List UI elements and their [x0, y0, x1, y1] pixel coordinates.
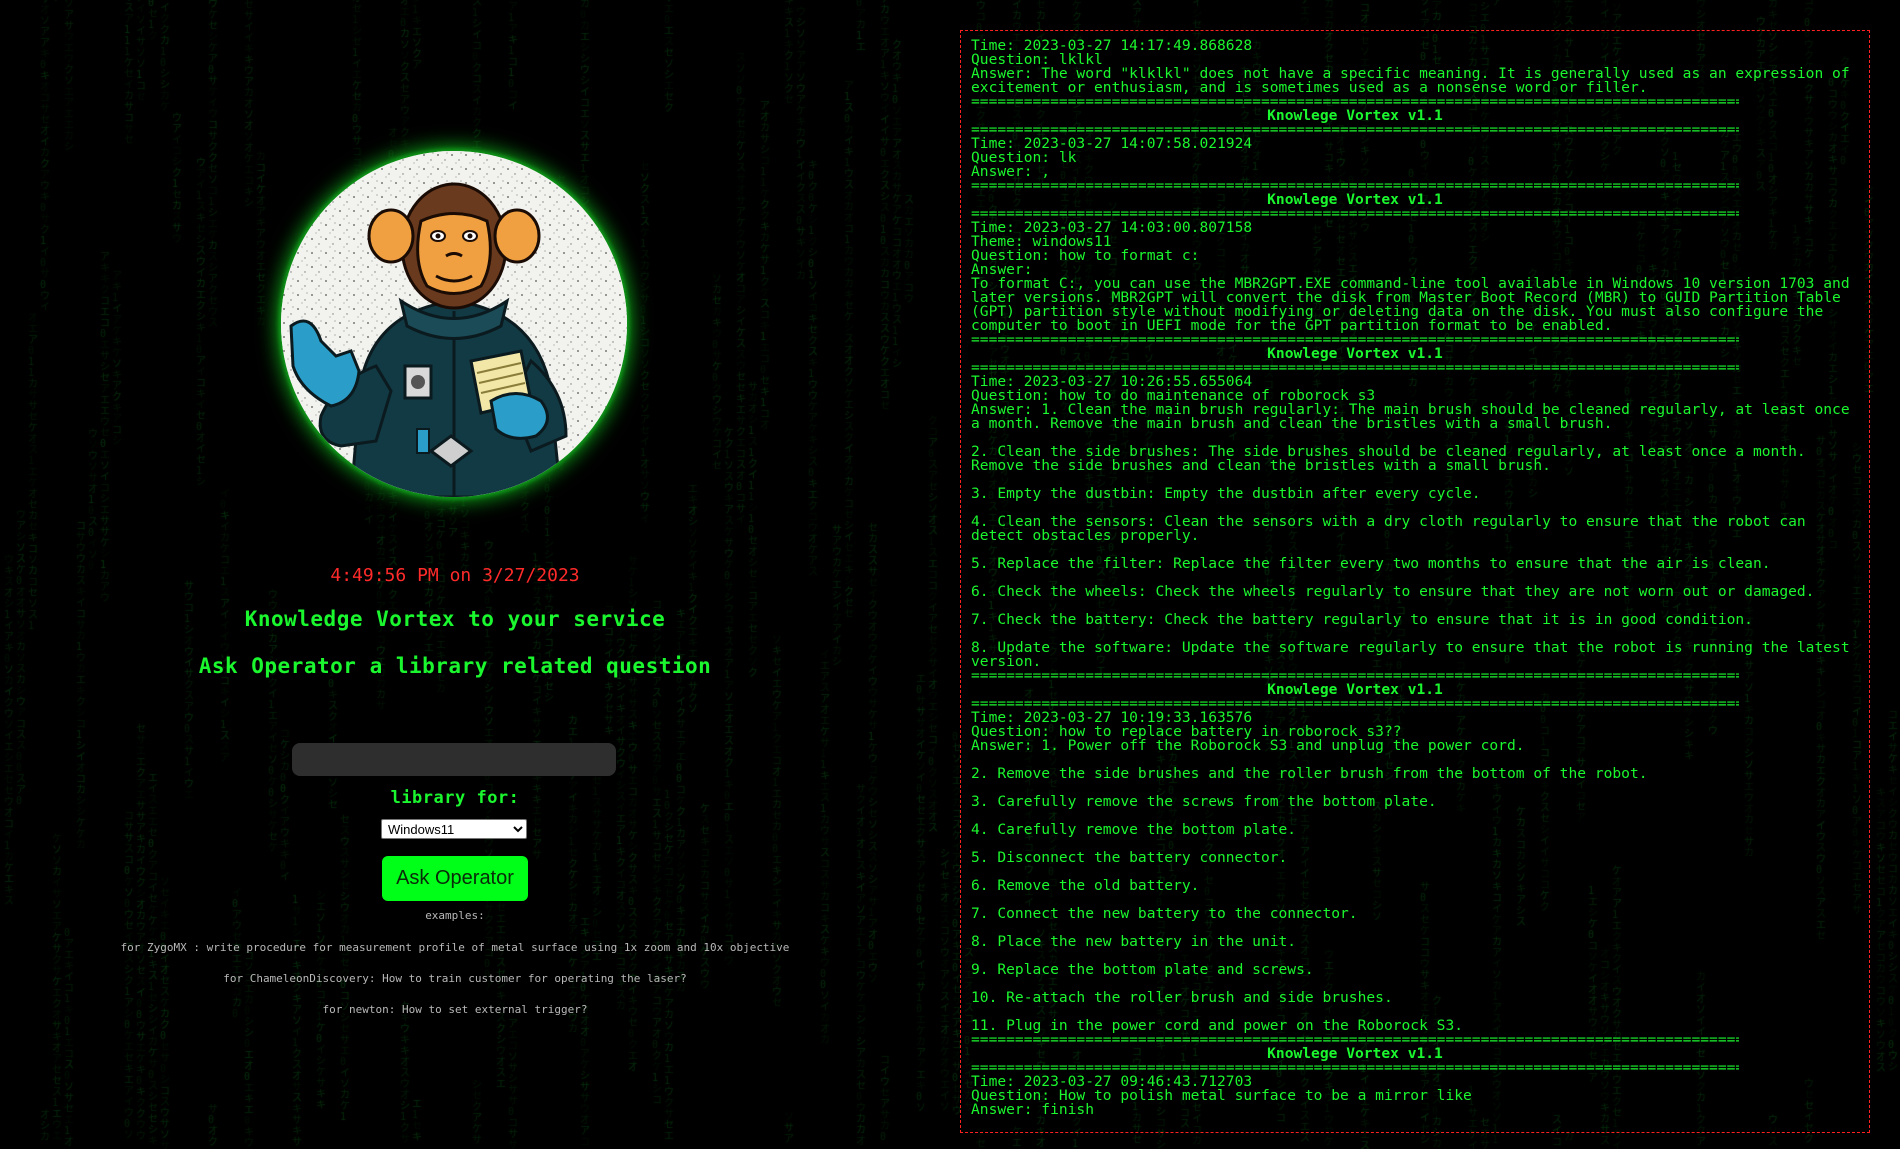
log-line: Time: 2023-03-27 14:17:49.868628 — [971, 37, 1253, 54]
log-line: 3. Carefully remove the screws from the … — [971, 793, 1437, 810]
log-line: Answer: The word "klklkl" does not have … — [971, 65, 1859, 96]
ask-operator-button[interactable]: Ask Operator — [382, 856, 528, 901]
log-banner: Knowlege Vortex v1.1 — [1267, 345, 1443, 362]
log-line: 6. Remove the old battery. — [971, 877, 1200, 894]
library-label: library for: — [390, 788, 520, 808]
log-entry: Time: 2023-03-27 14:17:49.868628 Question… — [971, 37, 1860, 96]
log-line: 2. Remove the side brushes and the rolle… — [971, 765, 1648, 782]
log-entry: Time: 2023-03-27 09:46:43.712703 Question… — [971, 1074, 1860, 1118]
log-entry: Time: 2023-03-27 14:03:00.807158 Theme: w… — [971, 220, 1860, 334]
answer-log-panel[interactable]: Time: 2023-03-27 14:17:49.868628 Question… — [960, 30, 1870, 1133]
log-line: 7. Check the battery: Check the battery … — [971, 611, 1753, 628]
log-line: 8. Place the new battery in the unit. — [971, 933, 1297, 950]
log-entry: Time: 2023-03-27 10:19:33.163576 Question… — [971, 710, 1860, 1034]
log-line: 4. Carefully remove the bottom plate. — [971, 821, 1297, 838]
example-item: for ChameleonDiscovery: How to train cus… — [223, 972, 687, 985]
log-line: Question: lk — [971, 149, 1077, 166]
log-line: 4. Clean the sensors: Clean the sensors … — [971, 513, 1815, 544]
log-banner: Knowlege Vortex v1.1 — [1267, 681, 1443, 698]
log-line: 9. Replace the bottom plate and screws. — [971, 961, 1314, 978]
log-line: Answer: finish — [971, 1101, 1095, 1118]
log-line: 5. Replace the filter: Replace the filte… — [971, 555, 1771, 572]
question-input[interactable] — [292, 743, 616, 776]
log-line: To format C:, you can use the MBR2GPT.EX… — [971, 275, 1859, 334]
log-line: 7. Connect the new battery to the connec… — [971, 905, 1358, 922]
log-line: 11. Plug in the power cord and power on … — [971, 1017, 1464, 1034]
log-entry: Time: 2023-03-27 14:07:58.021924 Question… — [971, 135, 1860, 180]
log-line: Question: How to polish metal surface to… — [971, 1087, 1472, 1104]
log-banner: Knowlege Vortex v1.1 — [1267, 107, 1443, 124]
log-line: 8. Update the software: Update the softw… — [971, 639, 1859, 670]
log-banner: Knowlege Vortex v1.1 — [1267, 1045, 1443, 1062]
log-banner: Knowlege Vortex v1.1 — [1267, 191, 1443, 208]
log-line: 5. Disconnect the battery connector. — [971, 849, 1288, 866]
examples-label: examples: — [425, 909, 485, 922]
log-entry: Time: 2023-03-27 10:26:55.655064 Question… — [971, 374, 1860, 670]
operator-panel: 4:49:56 PM on 3/27/2023 Knowledge Vortex… — [0, 0, 910, 1149]
astronaut-chimp-icon — [281, 151, 627, 497]
log-line: 2. Clean the side brushes: The side brus… — [971, 443, 1815, 474]
library-select[interactable]: Windows11 — [381, 819, 527, 839]
log-line: Answer: 1. Clean the main brush regularl… — [971, 401, 1859, 432]
service-heading: Knowledge Vortex to your service — [244, 607, 666, 631]
log-line: 10. Re-attach the roller brush and side … — [971, 989, 1393, 1006]
log-line: Time: 2023-03-27 14:07:58.021924 — [971, 135, 1253, 152]
log-line: Question: how to format c: — [971, 247, 1200, 264]
example-item: for newton: How to set external trigger? — [322, 1003, 588, 1016]
example-item: for ZygoMX : write procedure for measure… — [120, 941, 790, 954]
log-line: Answer: , — [971, 163, 1051, 180]
log-line: 6. Check the wheels: Check the wheels re… — [971, 583, 1815, 600]
log-line: 3. Empty the dustbin: Empty the dustbin … — [971, 485, 1481, 502]
current-datetime: 4:49:56 PM on 3/27/2023 — [330, 565, 580, 586]
ask-heading: Ask Operator a library related question — [198, 654, 712, 678]
log-line: Answer: 1. Power off the Roborock S3 and… — [971, 737, 1525, 754]
